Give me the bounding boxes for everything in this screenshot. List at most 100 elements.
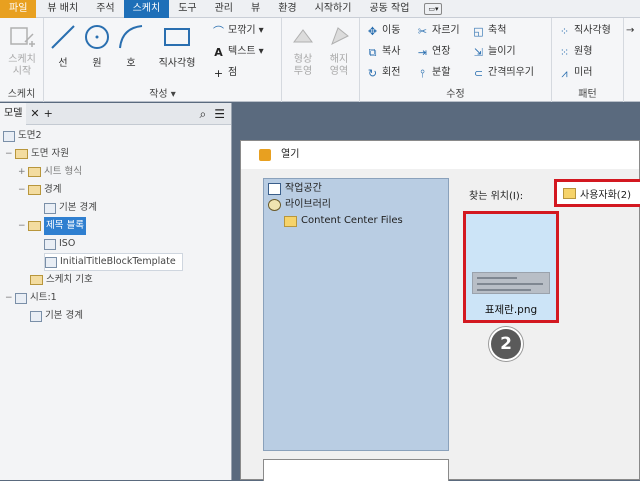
extend-icon: ⇥ [417,45,428,59]
tree-item-sheet-formats[interactable]: + 시트 형식 [18,163,82,181]
menu-view-layout[interactable]: 뷰 배치 [38,0,87,18]
circle-button[interactable]: 원 [82,22,112,69]
tree-item-default-border[interactable]: 기본 경계 [44,199,97,217]
extend-button[interactable]: ⇥ 연장 [416,43,451,61]
tree-item-sheet-1[interactable]: − 시트:1 [5,289,57,307]
copy-button[interactable]: ⧉ 복사 [366,43,401,61]
panel-tabs: 모델 ✕ + ⌕ ☰ [0,102,231,125]
mirror-button[interactable]: ⩘ 미러 [558,64,592,82]
open-dialog: 열기 작업공간 라이브러리 Content Center Files 찾는 위치… [240,140,640,481]
rotate-label: 회전 [382,67,401,78]
thumbnail-line [477,289,531,291]
menu-icon[interactable]: ☰ [214,107,225,122]
fillet-label: 모깎기 [228,25,256,36]
menu-get-started[interactable]: 시작하기 [306,0,361,18]
location-content-center[interactable]: Content Center Files [284,213,403,229]
offset-label: 간격띄우기 [488,67,534,78]
point-button[interactable]: + 점 [212,64,237,82]
menu-environment[interactable]: 환경 [269,0,305,18]
project-geometry-label: 형상 투영 [293,54,313,77]
text-button[interactable]: A 텍스트 ▾ [212,43,264,61]
split-button[interactable]: ⫯ 분할 [416,64,450,82]
chevron-down-icon: ▾ [258,46,264,57]
tree-item-iso[interactable]: ISO [44,235,75,253]
thumbnail-line [477,283,543,285]
menu-manage[interactable]: 관리 [206,0,242,18]
menu-tools[interactable]: 도구 [169,0,205,18]
project-geometry-button[interactable]: 형상 투영 [286,22,320,78]
group-label-create: 작성 ▾ [149,89,176,100]
tree-item-title-blocks[interactable]: − 제목 블록 [18,217,86,235]
tree-item-drawing[interactable]: 도면2 [3,127,42,145]
arc-button[interactable]: 호 [116,22,146,69]
arc-label: 호 [126,58,136,69]
tree-item-drawing-resources[interactable]: − 도면 자원 [5,145,69,163]
rect-pattern-button[interactable]: ⁘ 직사각형 [558,22,611,40]
panel-tools: ⌕ ☰ [200,107,226,122]
tree-item-label: 도면 자원 [31,148,69,159]
overflow-arrow-icon[interactable]: → [626,22,634,40]
stretch-button[interactable]: ⇲ 늘이기 [472,43,516,61]
tree-item-borders[interactable]: − 경계 [18,181,61,199]
collapse-icon[interactable]: − [18,217,26,235]
fillet-button[interactable]: ⌒ 모깎기 ▾ [212,22,264,40]
tree-item-sketched-symbols[interactable]: 스케치 기호 [30,271,93,289]
tree-item-label: 제목 블록 [44,217,86,235]
add-tab-icon[interactable]: + [44,107,53,120]
folder-icon [28,185,41,195]
rotate-button[interactable]: ↻ 회전 [366,64,401,82]
copy-label: 복사 [382,46,401,57]
title-block-icon [44,238,56,250]
library-icon [268,199,281,211]
collapse-icon[interactable]: − [5,289,13,307]
line-label: 선 [58,58,68,69]
search-icon[interactable]: ⌕ [200,107,207,122]
line-button[interactable]: 선 [48,22,78,69]
ribbon-options-icon[interactable]: ▭▾ [424,2,443,15]
tree-item-initial-title-block[interactable]: InitialTitleBlockTemplate [44,253,183,271]
extend-label: 연장 [432,46,451,57]
menu-view[interactable]: 뷰 [242,0,269,18]
tab-model[interactable]: 모델 [0,102,27,125]
border-icon [30,310,42,322]
stretch-label: 늘이기 [488,46,516,57]
app-icon [259,149,271,161]
tree-item-label: 기본 경계 [59,202,97,213]
circ-pattern-button[interactable]: ⁙ 원형 [558,43,593,61]
collapse-icon[interactable]: − [5,145,13,163]
tree-item-label: 경계 [44,184,62,195]
tree-item-label: ISO [59,238,76,249]
expand-icon[interactable]: + [18,163,26,181]
close-icon[interactable]: ✕ [30,107,39,120]
offset-icon: ⊂ [473,66,484,80]
scale-icon: ◱ [473,24,484,38]
location-label: 라이브러리 [285,199,331,210]
move-button[interactable]: ✥ 이동 [366,22,401,40]
look-in-dropdown[interactable]: 사용자화(2) [554,179,640,207]
line-icon [51,25,75,49]
border-icon [44,202,56,214]
menu-sketch[interactable]: 스케치 [123,0,170,18]
tree-item-label: 스케치 기호 [46,274,93,285]
tree-item-sheet-border[interactable]: 기본 경계 [30,307,83,325]
circle-icon [85,25,109,49]
file-item-title-block-png[interactable]: 표제란.png [463,211,559,323]
menu-file[interactable]: 파일 [0,0,37,18]
group-modify: ✥ 이동 ⧉ 복사 ↻ 회전 ✂ 자르기 ⇥ 연장 ⫯ 분할 ◱ 축척 ⇲ 늘이기 ⊂ 간격띄우기… [360,18,552,102]
menu-annotate[interactable]: 주석 [87,0,123,18]
locations-secondary-panel [263,459,449,481]
location-libraries[interactable]: 라이브러리 [268,197,331,213]
menu-collaborate[interactable]: 공동 작업 [360,0,418,18]
tree-item-label: InitialTitleBlockTemplate [60,256,176,267]
start-sketch-button[interactable]: 스케치 시작 [2,22,42,78]
offset-button[interactable]: ⊂ 간격띄우기 [472,64,534,82]
release-region-button[interactable]: 해지 영역 [322,22,356,78]
trim-button[interactable]: ✂ 자르기 [416,22,460,40]
folder-icon [284,215,297,227]
collapse-icon[interactable]: − [18,181,26,199]
location-workspace[interactable]: 작업공간 [268,181,322,197]
tree-item-label: 도면2 [18,130,42,141]
rectangle-button[interactable]: 직사각형 [152,22,202,69]
release-region-icon [331,27,349,46]
scale-button[interactable]: ◱ 축척 [472,22,506,40]
